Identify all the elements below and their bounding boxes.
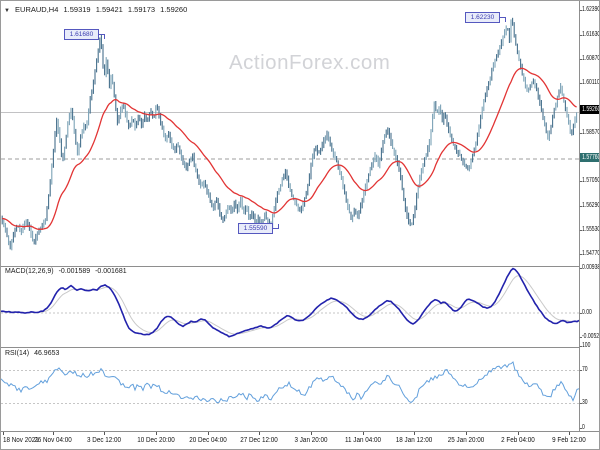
macd-panel-title: MACD(12,26,9) -0.001589 -0.001681 bbox=[5, 268, 130, 275]
annotation-connector bbox=[505, 17, 506, 22]
price-tick-label: 1.60110 bbox=[579, 79, 600, 87]
rsi-line bbox=[1, 361, 579, 404]
macd-axis-label: -0.005252 bbox=[579, 333, 599, 340]
annotation-connector bbox=[278, 224, 279, 229]
price-tick-label: 1.61630 bbox=[579, 30, 600, 38]
close-value: 1.59260 bbox=[160, 5, 188, 14]
time-tick-label: 25 Jan 20:00 bbox=[447, 437, 485, 444]
price-tick-label: 1.55530 bbox=[579, 225, 600, 233]
time-tick bbox=[156, 432, 157, 435]
time-tick-label: 27 Dec 12:00 bbox=[240, 437, 278, 444]
time-tick bbox=[363, 432, 364, 435]
rsi-axis-label: 0 bbox=[579, 423, 585, 431]
price-tick-label: 1.56290 bbox=[579, 201, 600, 209]
rsi-axis-label: 100 bbox=[579, 341, 591, 349]
time-tick-label: 3 Jan 20:00 bbox=[294, 437, 328, 444]
macd-axis-label: 0.009384 bbox=[579, 264, 599, 271]
time-tick bbox=[53, 432, 54, 435]
bid-price-label: 1.59260 bbox=[580, 105, 599, 114]
time-tick bbox=[569, 432, 570, 435]
macd-main-line bbox=[1, 267, 579, 338]
symbol-dropdown-icon[interactable]: ▼ bbox=[4, 8, 10, 14]
high-value: 1.59421 bbox=[95, 5, 123, 14]
time-tick-label: 2 Feb 04:00 bbox=[501, 437, 535, 444]
rsi-panel-title: RSI(14) 46.9653 bbox=[5, 350, 62, 357]
time-tick bbox=[414, 432, 415, 435]
price-annotation[interactable]: 1.62230 bbox=[465, 12, 500, 23]
time-tick-label: 3 Dec 12:00 bbox=[87, 437, 121, 444]
time-tick bbox=[311, 432, 312, 435]
price-tick-label: 1.62390 bbox=[579, 6, 600, 14]
time-tick-label: 11 Jan 04:00 bbox=[345, 437, 381, 444]
price-tick-label: 1.58570 bbox=[579, 128, 600, 136]
price-annotation[interactable]: 1.61680 bbox=[64, 29, 99, 40]
time-tick-label: 18 Jan 12:00 bbox=[395, 437, 433, 444]
chart-header: ▼ EURAUD,H4 1.59319 1.59421 1.59173 1.59… bbox=[4, 5, 190, 14]
annotation-connector bbox=[104, 34, 105, 39]
open-value: 1.59319 bbox=[63, 5, 91, 14]
price-tick-label: 1.57050 bbox=[579, 177, 600, 185]
time-tick bbox=[3, 432, 4, 435]
time-tick-label: 9 Feb 12:00 bbox=[552, 437, 586, 444]
rsi-axis-label: 30 bbox=[579, 398, 588, 406]
time-tick bbox=[259, 432, 260, 435]
macd-signal-value: -0.001681 bbox=[95, 268, 127, 275]
macd-label: MACD(12,26,9) bbox=[5, 268, 54, 275]
mt4-chart-window: ActionForex.com ▼ EURAUD,H4 1.59319 1.59… bbox=[0, 0, 600, 450]
price-chart-panel[interactable]: ▼ EURAUD,H4 1.59319 1.59421 1.59173 1.59… bbox=[1, 1, 579, 266]
panel-separator[interactable] bbox=[1, 347, 599, 348]
macd-axis-label: 0.00 bbox=[579, 308, 592, 316]
level-price-label: 1.57760 bbox=[580, 153, 599, 162]
time-tick bbox=[208, 432, 209, 435]
rsi-value: 46.9653 bbox=[34, 350, 60, 357]
price-axis[interactable]: 1.62390 1.61630 1.60870 1.60110 1.58570 1.570… bbox=[579, 1, 600, 431]
price-annotation[interactable]: 1.55590 bbox=[238, 223, 273, 234]
price-tick-label: 1.60870 bbox=[579, 54, 600, 62]
time-axis[interactable]: 18 Nov 2021 26 Nov 04:00 3 Dec 12:00 10 Dec… bbox=[1, 432, 599, 449]
time-tick-label: 26 Nov 04:00 bbox=[34, 437, 72, 444]
time-tick bbox=[518, 432, 519, 435]
rsi-axis-label: 70 bbox=[579, 366, 588, 374]
low-value: 1.59173 bbox=[127, 5, 156, 14]
symbol-label: EURAUD,H4 bbox=[15, 5, 59, 14]
rsi-label: RSI(14) bbox=[5, 350, 30, 357]
panel-separator[interactable] bbox=[1, 266, 599, 267]
time-tick bbox=[104, 432, 105, 435]
price-tick-label: 1.54770 bbox=[579, 250, 600, 258]
time-tick bbox=[466, 432, 467, 435]
macd-main-value: -0.001589 bbox=[58, 268, 91, 275]
time-tick-label: 10 Dec 20:00 bbox=[137, 437, 175, 444]
time-tick-label: 20 Dec 04:00 bbox=[189, 437, 227, 444]
